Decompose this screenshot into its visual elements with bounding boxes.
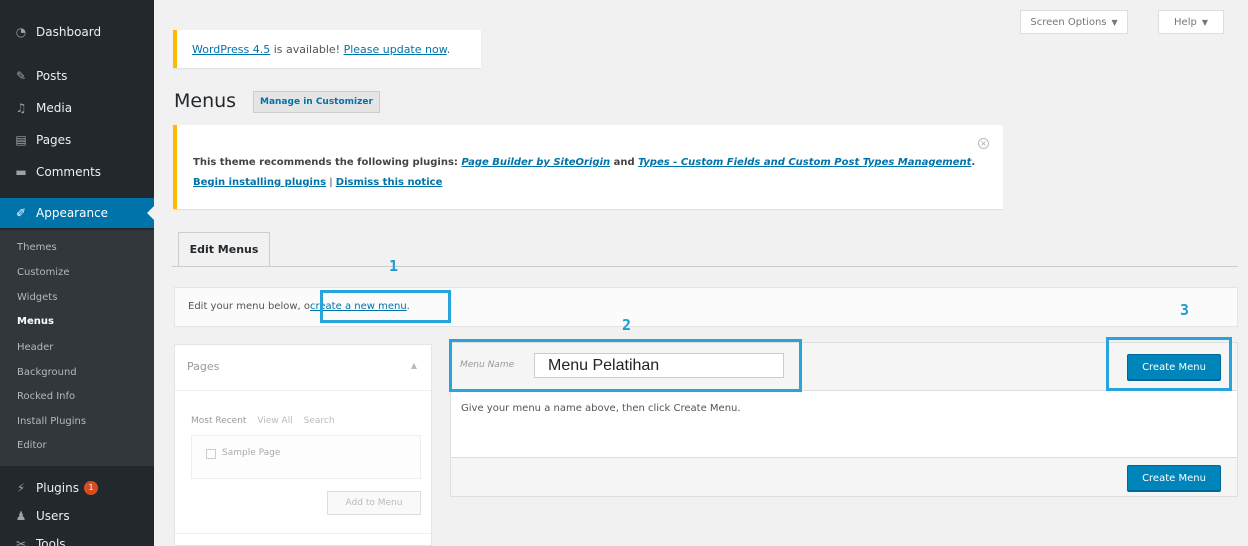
notice-period: .	[971, 157, 976, 168]
annotation-box-3	[1106, 337, 1232, 391]
comment-icon: ▬	[15, 165, 27, 179]
close-icon[interactable]: ×	[978, 138, 989, 149]
screen-options-label: Screen Options	[1030, 16, 1107, 28]
submenu-item-background[interactable]: Background	[17, 367, 77, 378]
submenu-item-customize[interactable]: Customize	[17, 267, 70, 278]
caret-down-icon: ▼	[1111, 17, 1118, 27]
sidebar-item-label: Posts	[36, 69, 68, 83]
plugin-icon: ⚡	[16, 481, 26, 495]
sidebar-item-comments[interactable]: ▬ Comments	[0, 160, 154, 184]
submenu-item-themes[interactable]: Themes	[17, 242, 57, 253]
sidebar-item-tools[interactable]: ✂ Tools	[0, 532, 154, 546]
pages-accordion: Pages ▲ Most Recent View All Search Samp…	[174, 344, 432, 546]
submenu-item-header[interactable]: Header	[17, 342, 53, 353]
sample-page-checkbox[interactable]	[206, 449, 216, 459]
dismiss-notice-link[interactable]: Dismiss this notice	[336, 177, 443, 188]
update-now-link[interactable]: Please update now	[344, 43, 447, 56]
menu-editor-footer	[450, 457, 1238, 497]
notice-prefix: This theme recommends the following plug…	[193, 157, 462, 168]
sidebar-item-plugins[interactable]: ⚡ Plugins 1	[0, 476, 154, 500]
appearance-submenu: Themes Customize Widgets Menus Header Ba…	[0, 230, 154, 466]
submenu-item-install-plugins[interactable]: Install Plugins	[17, 416, 86, 427]
wordpress-version-link[interactable]: WordPress 4.5	[192, 43, 270, 56]
pages-list: Sample Page	[191, 435, 421, 479]
edit-bar-text: Edit your menu below, o	[188, 301, 311, 312]
begin-installing-link[interactable]: Begin installing plugins	[193, 177, 326, 188]
submenu-item-menus[interactable]: Menus	[17, 316, 54, 327]
sidebar-item-label: Comments	[36, 165, 102, 179]
menu-editor-body: Give your menu a name above, then click …	[450, 391, 1238, 457]
sidebar-item-users[interactable]: ♟ Users	[0, 504, 154, 528]
users-icon: ♟	[15, 509, 27, 523]
submenu-item-editor[interactable]: Editor	[17, 440, 47, 451]
brush-icon: ✐	[15, 206, 27, 220]
admin-sidebar: ◔ Dashboard ✎ Posts ♫ Media ▤ Pages ▬ Co…	[0, 0, 154, 546]
media-icon: ♫	[15, 101, 27, 115]
dashboard-icon: ◔	[15, 25, 27, 39]
sidebar-item-label: Dashboard	[36, 25, 102, 39]
tab-edit-menus[interactable]: Edit Menus	[178, 232, 270, 266]
notice-and: and	[610, 157, 639, 168]
update-count-badge: 1	[83, 481, 98, 495]
pages-tabs: Most Recent View All Search	[191, 416, 343, 426]
sidebar-item-media[interactable]: ♫ Media	[0, 96, 154, 120]
tab-search[interactable]: Search	[304, 416, 335, 426]
add-to-menu-button[interactable]: Add to Menu	[327, 491, 421, 515]
annotation-number-2: 2	[622, 316, 632, 334]
help-label: Help	[1174, 16, 1197, 28]
help-button[interactable]: Help ▼	[1158, 10, 1224, 34]
sidebar-item-label: Appearance	[36, 206, 109, 220]
sidebar-item-appearance[interactable]: ✐ Appearance	[0, 198, 154, 228]
submenu-item-widgets[interactable]: Widgets	[17, 292, 57, 303]
accordion-divider	[175, 533, 431, 534]
pages-accordion-header[interactable]: Pages ▲	[175, 345, 431, 391]
plugin-link-page-builder[interactable]: Page Builder by SiteOrigin	[461, 157, 610, 168]
plugin-recommendation-notice: This theme recommends the following plug…	[173, 125, 1003, 209]
annotation-box-2	[449, 339, 802, 392]
sidebar-item-label: Media	[36, 101, 73, 115]
sidebar-item-label: Tools	[36, 537, 66, 546]
plugin-link-types[interactable]: Types - Custom Fields and Custom Post Ty…	[638, 157, 971, 168]
caret-down-icon: ▼	[1201, 17, 1208, 27]
page-title: Menus	[174, 90, 237, 112]
sidebar-item-label: Plugins	[36, 481, 79, 495]
annotation-box-1	[320, 290, 451, 323]
sidebar-item-label: Pages	[36, 133, 72, 147]
update-notice-text: is available!	[270, 43, 344, 56]
sidebar-item-pages[interactable]: ▤ Pages	[0, 128, 154, 152]
notice-separator: |	[326, 177, 336, 188]
tab-most-recent[interactable]: Most Recent	[191, 416, 246, 426]
pin-icon: ✎	[15, 69, 27, 83]
menu-hint-text: Give your menu a name above, then click …	[461, 403, 741, 414]
submenu-item-rocked-info[interactable]: Rocked Info	[17, 391, 75, 402]
notice-line-2: Begin installing plugins | Dismiss this …	[193, 173, 1003, 193]
manage-in-customizer-button[interactable]: Manage in Customizer	[253, 91, 380, 113]
sample-page-label: Sample Page	[222, 448, 281, 458]
screen-options-button[interactable]: Screen Options ▼	[1020, 10, 1128, 34]
update-notice-period: .	[446, 43, 451, 56]
annotation-number-1: 1	[389, 257, 399, 275]
sidebar-item-label: Users	[36, 509, 70, 523]
caret-up-icon: ▲	[410, 361, 417, 370]
pages-icon: ▤	[15, 133, 27, 147]
sidebar-item-posts[interactable]: ✎ Posts	[0, 64, 154, 88]
notice-line-1: This theme recommends the following plug…	[193, 153, 1003, 173]
create-menu-button-bottom[interactable]: Create Menu	[1127, 465, 1221, 491]
update-notice: WordPress 4.5 is available! Please updat…	[173, 30, 481, 68]
tab-view-all[interactable]: View All	[257, 416, 292, 426]
annotation-number-3: 3	[1180, 301, 1190, 319]
pages-title: Pages	[187, 360, 220, 373]
tools-icon: ✂	[15, 537, 27, 546]
sidebar-item-dashboard[interactable]: ◔ Dashboard	[0, 20, 154, 44]
tab-divider	[172, 266, 1238, 267]
